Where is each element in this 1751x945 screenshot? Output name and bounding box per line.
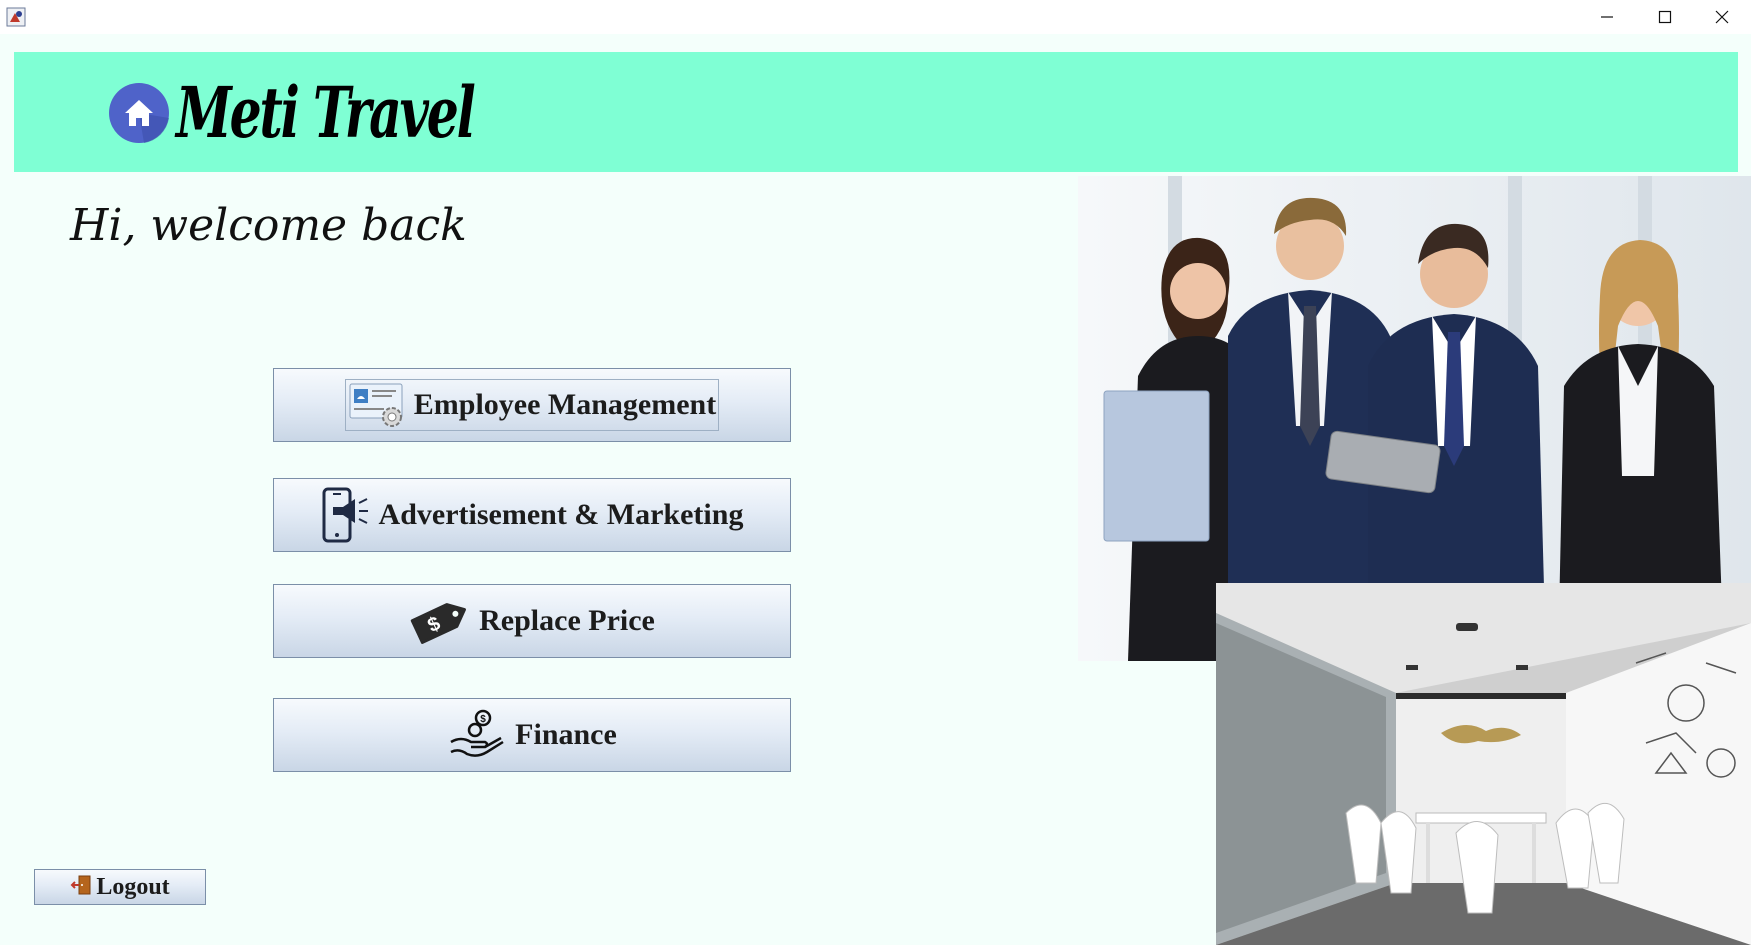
window-titlebar xyxy=(0,0,1751,34)
advertisement-marketing-label: Advertisement & Marketing xyxy=(378,498,744,531)
close-button[interactable] xyxy=(1693,0,1751,34)
app-header: Meti Travel xyxy=(14,52,1738,172)
minimize-icon xyxy=(1601,16,1613,18)
id-card-gear-icon xyxy=(348,382,406,428)
finance-button[interactable]: $ Finance xyxy=(273,698,791,772)
focus-indicator: Employee Management xyxy=(344,379,720,431)
svg-text:$: $ xyxy=(480,714,486,725)
phone-megaphone-icon xyxy=(321,487,371,543)
brand-title: Meti Travel xyxy=(176,71,476,154)
welcome-message: Hi, welcome back xyxy=(70,200,467,251)
replace-price-label: Replace Price xyxy=(479,604,655,637)
minimize-button[interactable] xyxy=(1578,0,1636,34)
maximize-icon xyxy=(1658,10,1672,24)
finance-label: Finance xyxy=(515,718,617,751)
exit-door-icon xyxy=(70,874,92,901)
logout-button[interactable]: Logout xyxy=(34,869,206,905)
advertisement-marketing-button[interactable]: Advertisement & Marketing xyxy=(273,478,791,552)
logout-label: Logout xyxy=(96,873,170,900)
employee-management-button[interactable]: Employee Management xyxy=(273,368,791,442)
price-tag-icon: $ xyxy=(409,593,471,649)
hand-coin-icon: $ xyxy=(447,708,507,762)
home-icon[interactable] xyxy=(108,82,170,144)
replace-price-button[interactable]: $ Replace Price xyxy=(273,584,791,658)
maximize-button[interactable] xyxy=(1636,0,1694,34)
close-icon xyxy=(1715,10,1729,24)
meeting-room-photo xyxy=(1216,583,1751,945)
employee-management-label: Employee Management xyxy=(413,388,717,421)
java-app-icon xyxy=(6,7,26,27)
